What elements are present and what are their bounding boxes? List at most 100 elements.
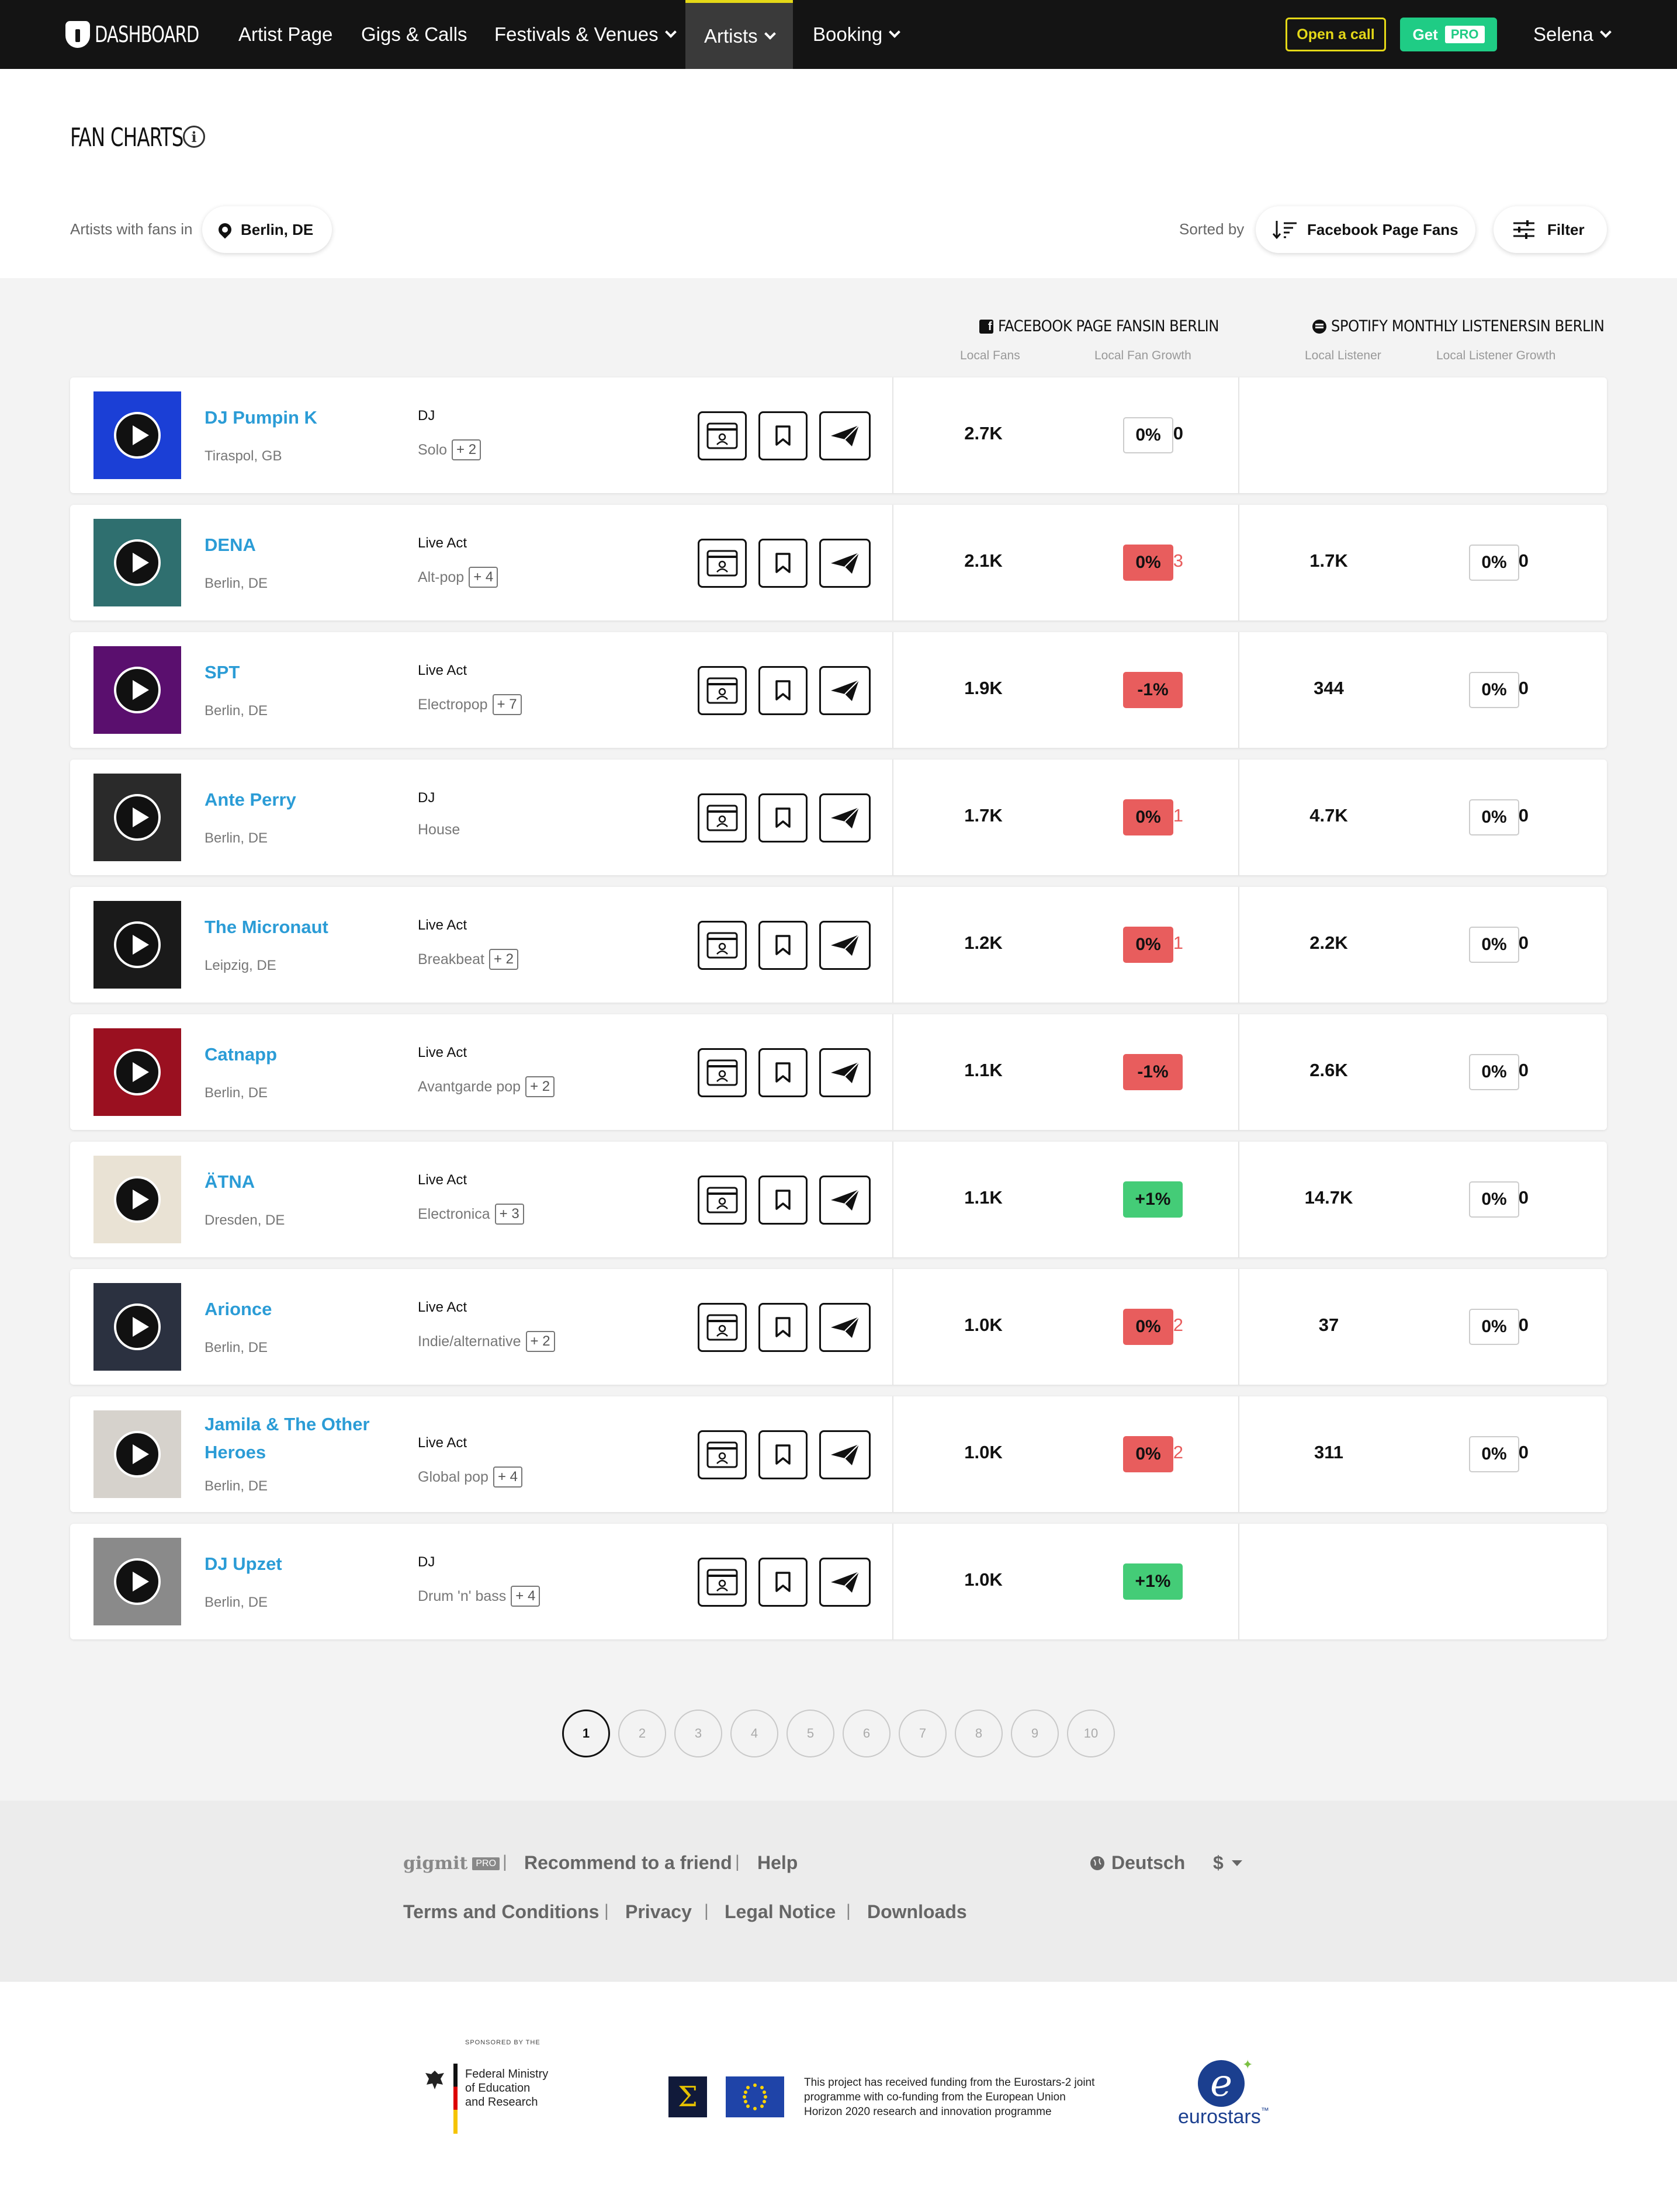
location-selector[interactable]: Berlin, DE xyxy=(202,206,332,253)
send-message-button[interactable] xyxy=(819,1430,871,1479)
artist-profile-button[interactable] xyxy=(698,921,747,970)
send-message-button[interactable] xyxy=(819,1048,871,1097)
more-genres-badge[interactable]: + 2 xyxy=(525,1331,555,1352)
nav-festivals-venues[interactable]: Festivals & Venues xyxy=(494,0,677,69)
filter-button[interactable]: Filter xyxy=(1494,206,1607,253)
play-icon[interactable] xyxy=(114,667,161,713)
help-link[interactable]: Help xyxy=(757,1852,798,1874)
more-genres-badge[interactable]: + 2 xyxy=(488,949,518,970)
more-genres-badge[interactable]: + 4 xyxy=(469,567,498,588)
bookmark-button[interactable] xyxy=(758,411,808,460)
artist-thumbnail[interactable] xyxy=(93,391,181,479)
send-message-button[interactable] xyxy=(819,1558,871,1607)
send-message-button[interactable] xyxy=(819,1176,871,1225)
artist-profile-button[interactable] xyxy=(698,1558,747,1607)
play-icon[interactable] xyxy=(114,921,161,968)
artist-profile-button[interactable] xyxy=(698,1303,747,1352)
info-icon[interactable]: i xyxy=(183,126,205,148)
bookmark-button[interactable] xyxy=(758,1558,808,1607)
artist-thumbnail[interactable] xyxy=(93,1156,181,1243)
send-message-button[interactable] xyxy=(819,539,871,588)
bookmark-button[interactable] xyxy=(758,1303,808,1352)
send-message-button[interactable] xyxy=(819,666,871,715)
artist-thumbnail[interactable] xyxy=(93,1028,181,1116)
bookmark-button[interactable] xyxy=(758,793,808,842)
artist-thumbnail[interactable] xyxy=(93,1283,181,1371)
more-genres-badge[interactable]: + 4 xyxy=(493,1466,522,1488)
artist-name[interactable]: ÄTNA xyxy=(205,1168,391,1196)
legal-notice-link[interactable]: Legal Notice xyxy=(725,1901,836,1923)
dashboard-logo[interactable]: DASHBOARD xyxy=(65,20,217,49)
terms-link[interactable]: Terms and Conditions xyxy=(403,1901,599,1923)
artist-profile-button[interactable] xyxy=(698,1176,747,1225)
bookmark-button[interactable] xyxy=(758,539,808,588)
currency-selector[interactable]: $ xyxy=(1213,1852,1242,1874)
bookmark-button[interactable] xyxy=(758,666,808,715)
artist-thumbnail[interactable] xyxy=(93,1538,181,1625)
artist-name[interactable]: DJ Pumpin K xyxy=(205,404,391,432)
send-message-button[interactable] xyxy=(819,1303,871,1352)
artist-profile-button[interactable] xyxy=(698,793,747,842)
nav-artists[interactable]: Artists xyxy=(685,0,793,69)
bookmark-button[interactable] xyxy=(758,1048,808,1097)
send-message-button[interactable] xyxy=(819,793,871,842)
artist-profile-button[interactable] xyxy=(698,666,747,715)
page-8-button[interactable]: 8 xyxy=(955,1710,1003,1757)
artist-name[interactable]: Jamila & The Other Heroes xyxy=(205,1410,391,1466)
page-7-button[interactable]: 7 xyxy=(899,1710,947,1757)
artist-thumbnail[interactable] xyxy=(93,1410,181,1498)
more-genres-badge[interactable]: + 2 xyxy=(452,439,481,460)
page-6-button[interactable]: 6 xyxy=(843,1710,891,1757)
artist-name[interactable]: The Micronaut xyxy=(205,913,391,941)
play-icon[interactable] xyxy=(114,1303,161,1350)
play-icon[interactable] xyxy=(114,1558,161,1605)
more-genres-badge[interactable]: + 7 xyxy=(492,694,522,715)
bookmark-button[interactable] xyxy=(758,1430,808,1479)
artist-name[interactable]: DJ Upzet xyxy=(205,1550,391,1578)
page-2-button[interactable]: 2 xyxy=(618,1710,666,1757)
downloads-link[interactable]: Downloads xyxy=(867,1901,967,1923)
artist-profile-button[interactable] xyxy=(698,539,747,588)
bookmark-button[interactable] xyxy=(758,921,808,970)
artist-thumbnail[interactable] xyxy=(93,774,181,861)
artist-name[interactable]: SPT xyxy=(205,658,391,687)
nav-artist-page[interactable]: Artist Page xyxy=(238,0,332,69)
get-pro-button[interactable]: Get PRO xyxy=(1400,18,1497,51)
artist-name[interactable]: Arionce xyxy=(205,1295,391,1323)
artist-thumbnail[interactable] xyxy=(93,519,181,606)
artist-name[interactable]: Catnapp xyxy=(205,1041,391,1069)
play-icon[interactable] xyxy=(114,1176,161,1223)
page-9-button[interactable]: 9 xyxy=(1011,1710,1059,1757)
open-call-button[interactable]: Open a call xyxy=(1286,18,1386,51)
sort-selector[interactable]: Facebook Page Fans xyxy=(1256,206,1475,253)
play-icon[interactable] xyxy=(114,1049,161,1095)
play-icon[interactable] xyxy=(114,1431,161,1478)
page-5-button[interactable]: 5 xyxy=(786,1710,834,1757)
artist-name[interactable]: DENA xyxy=(205,531,391,559)
send-message-button[interactable] xyxy=(819,921,871,970)
page-1-button[interactable]: 1 xyxy=(562,1710,610,1757)
artist-name[interactable]: Ante Perry xyxy=(205,786,391,814)
footer-brand[interactable]: gigmit PRO xyxy=(403,1853,500,1874)
bookmark-button[interactable] xyxy=(758,1176,808,1225)
play-icon[interactable] xyxy=(114,539,161,586)
language-selector[interactable]: Deutsch xyxy=(1089,1852,1185,1874)
page-10-button[interactable]: 10 xyxy=(1067,1710,1115,1757)
artist-profile-button[interactable] xyxy=(698,411,747,460)
user-menu[interactable]: Selena xyxy=(1533,0,1612,69)
page-4-button[interactable]: 4 xyxy=(730,1710,778,1757)
page-3-button[interactable]: 3 xyxy=(674,1710,722,1757)
artist-profile-button[interactable] xyxy=(698,1048,747,1097)
more-genres-badge[interactable]: + 3 xyxy=(494,1204,524,1225)
recommend-link[interactable]: Recommend to a friend xyxy=(524,1852,732,1874)
nav-booking[interactable]: Booking xyxy=(813,0,901,69)
more-genres-badge[interactable]: + 2 xyxy=(525,1076,555,1097)
send-message-button[interactable] xyxy=(819,411,871,460)
play-icon[interactable] xyxy=(114,794,161,841)
artist-profile-button[interactable] xyxy=(698,1430,747,1479)
nav-gigs-calls[interactable]: Gigs & Calls xyxy=(361,0,467,69)
artist-thumbnail[interactable] xyxy=(93,646,181,734)
artist-thumbnail[interactable] xyxy=(93,901,181,989)
privacy-link[interactable]: Privacy xyxy=(625,1901,692,1923)
more-genres-badge[interactable]: + 4 xyxy=(511,1586,540,1607)
